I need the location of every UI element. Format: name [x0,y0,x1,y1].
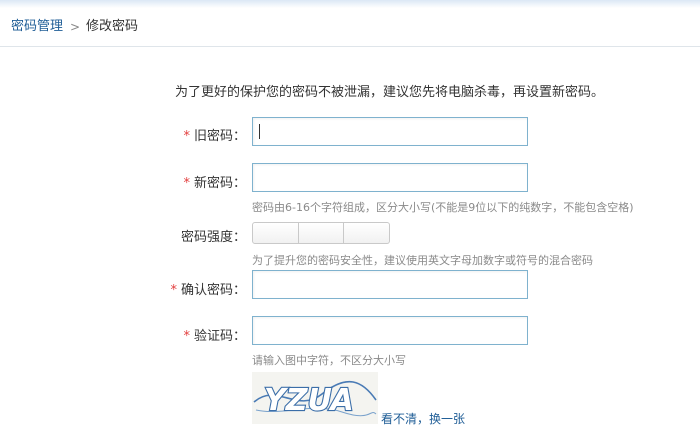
strength-segment-weak [252,222,299,244]
confirm-password-field[interactable] [252,270,528,299]
captcha-hint: 请输入图中字符，不区分大小写 [252,354,406,367]
required-mark: * [170,283,177,298]
captcha-graphic: YZUA [253,380,377,419]
new-password-label-text: 新密码： [193,176,246,191]
text-caret [259,124,260,139]
old-password-label: * 旧密码： [0,125,246,144]
new-password-hint: 密码由6-16个字符组成，区分大小写(不能是9位以下的纯数字，不能包含空格) [252,201,634,214]
captcha-image-text: YZUA [264,383,354,418]
confirm-password-label: * 确认密码： [0,279,246,298]
captcha-refresh-link[interactable]: 看不清，换一张 [381,410,465,427]
captcha-label-text: 验证码： [193,329,246,344]
breadcrumb-current-page: 修改密码 [86,19,139,34]
breadcrumb: 密码管理 > 修改密码 [0,8,700,47]
old-password-field[interactable] [252,117,528,146]
password-strength-label: 密码强度： [180,230,246,245]
required-mark: * [183,329,190,344]
top-gradient-bar [0,0,700,8]
captcha-label: * 验证码： [0,325,246,344]
old-password-label-text: 旧密码： [193,129,246,144]
required-mark: * [183,176,190,191]
strength-segment-strong [344,222,391,244]
password-strength-hint: 为了提升您的密码安全性，建议使用英文字母加数字或符号的混合密码 [252,254,593,267]
breadcrumb-password-management-link[interactable]: 密码管理 [11,8,63,46]
new-password-field[interactable] [252,163,528,192]
confirm-password-label-text: 确认密码： [180,283,246,298]
captcha-field[interactable] [252,316,528,345]
strength-segment-medium [298,222,345,244]
security-notice: 为了更好的保护您的密码不被泄漏，建议您先将电脑杀毒，再设置新密码。 [175,85,605,100]
captcha-image[interactable]: YZUA [252,372,378,424]
new-password-label: * 新密码： [0,172,246,191]
password-strength-meter [252,222,391,244]
chevron-right-icon: > [70,20,81,34]
required-mark: * [183,129,190,144]
